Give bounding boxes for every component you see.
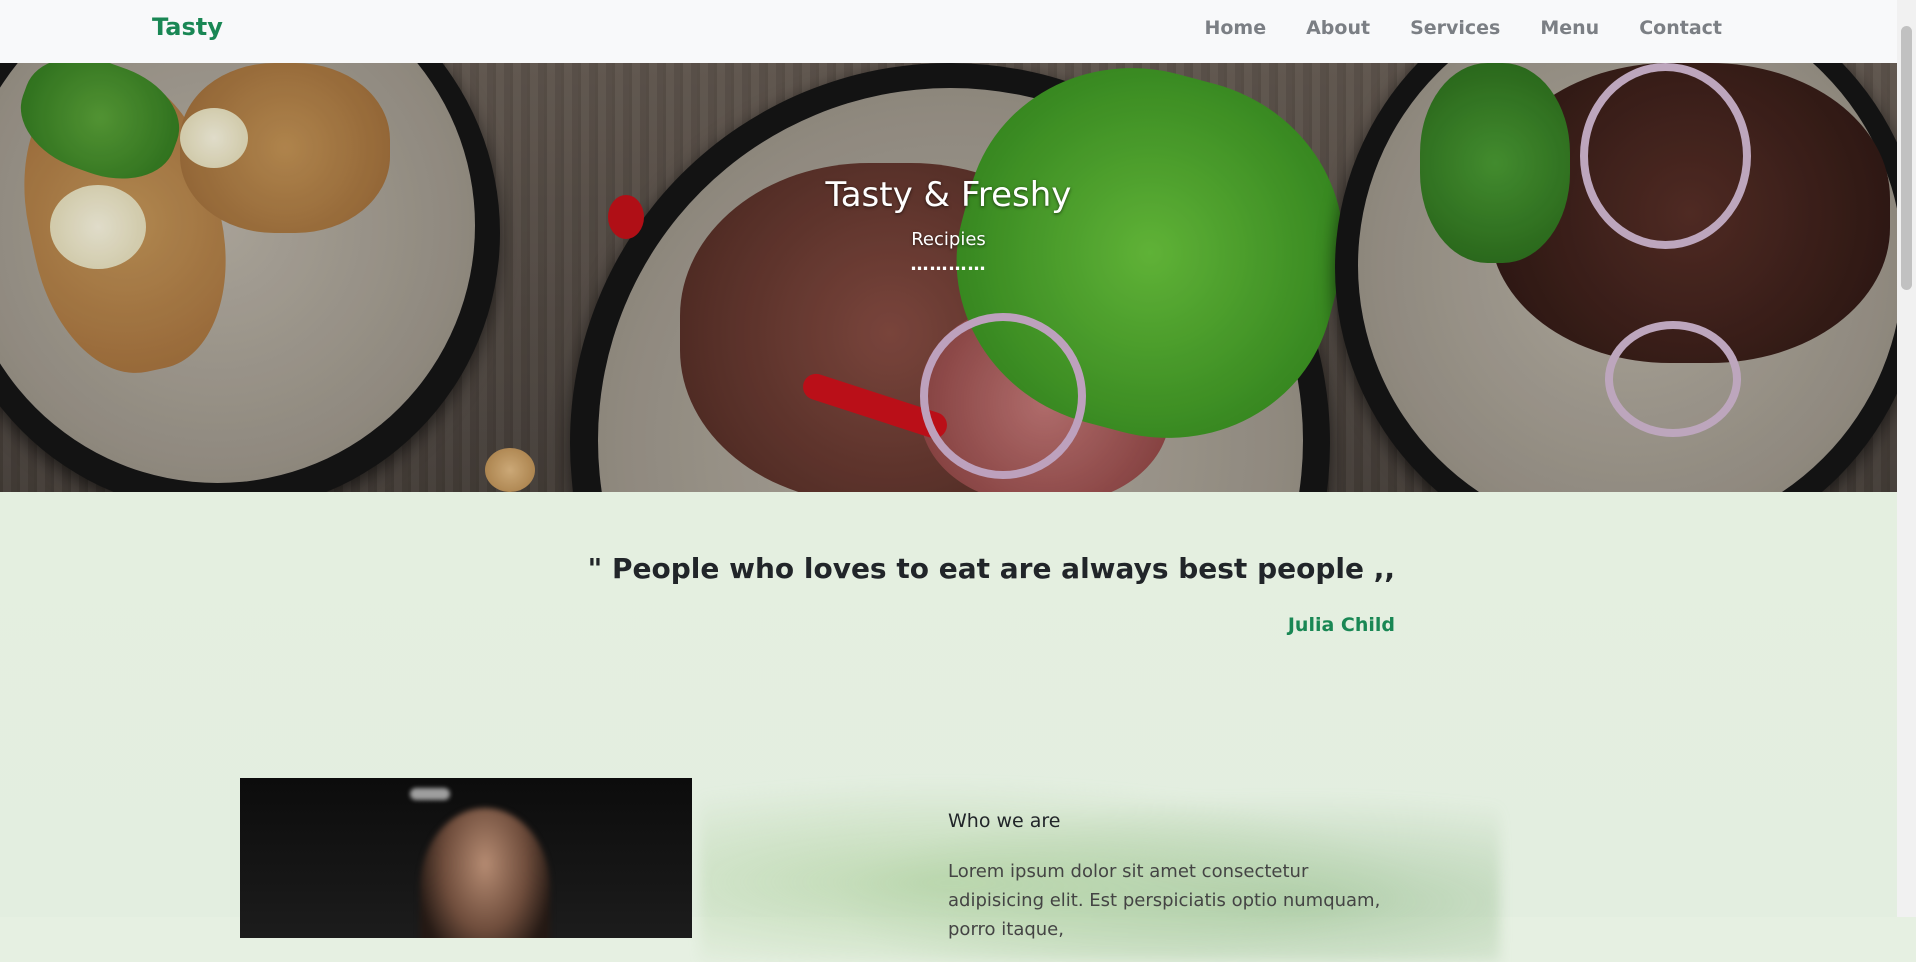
nav-links: Home About Services Menu Contact: [1204, 17, 1722, 39]
brand-logo-link[interactable]: Tasty: [152, 13, 223, 41]
hero-overlay: [0, 63, 1897, 492]
nav-link-home[interactable]: Home: [1204, 17, 1266, 39]
quote-section: " People who loves to eat are always bes…: [0, 492, 1897, 962]
scrollbar-thumb[interactable]: [1901, 26, 1912, 290]
hero-divider: …………: [910, 254, 987, 275]
about-heading: Who we are: [948, 810, 1061, 832]
quote-text: " People who loves to eat are always bes…: [587, 552, 1395, 585]
page-scrollbar[interactable]: [1897, 0, 1916, 917]
about-photo: [240, 778, 692, 938]
chef-person: [420, 808, 550, 938]
nav-link-services[interactable]: Services: [1410, 17, 1500, 39]
top-navbar: Tasty Home About Services Menu Contact: [0, 0, 1897, 63]
about-paragraph: Lorem ipsum dolor sit amet consectetur a…: [948, 861, 1381, 940]
hero-title: Tasty & Freshy: [825, 175, 1072, 215]
background-light: [410, 788, 450, 800]
hero-banner: Tasty & Freshy Recipies …………: [0, 63, 1897, 492]
hero-subtitle: Recipies: [911, 229, 986, 250]
nav-link-contact[interactable]: Contact: [1639, 17, 1722, 39]
hero-text: Tasty & Freshy Recipies …………: [0, 175, 1897, 275]
nav-link-about[interactable]: About: [1306, 17, 1370, 39]
nav-link-menu[interactable]: Menu: [1540, 17, 1599, 39]
quote-author: Julia Child: [1287, 614, 1395, 636]
